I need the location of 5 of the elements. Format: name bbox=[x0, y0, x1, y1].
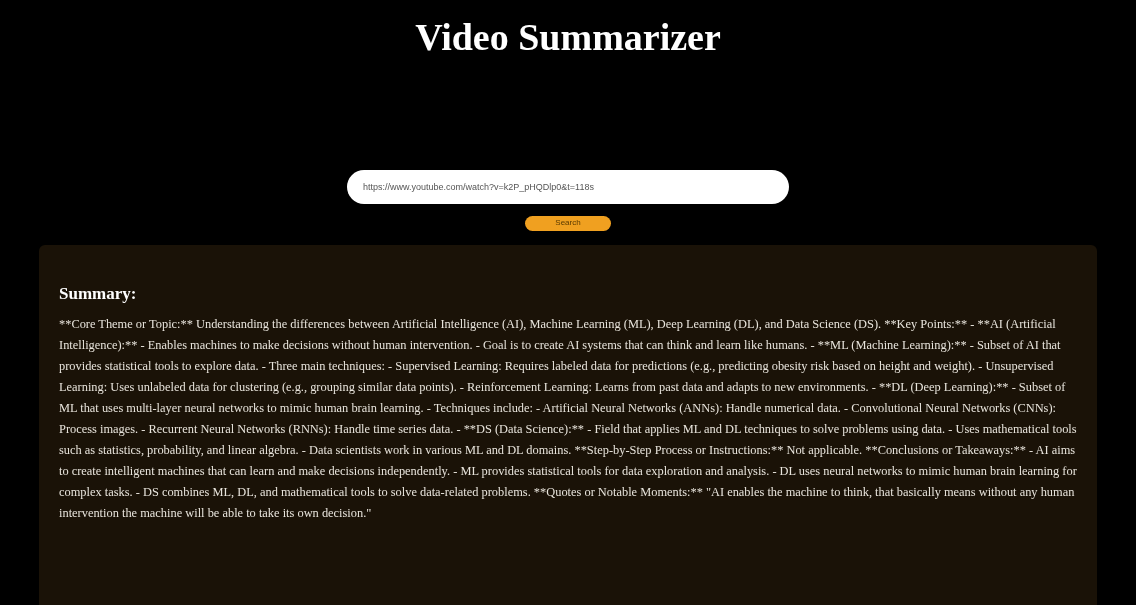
page-title: Video Summarizer bbox=[415, 15, 721, 60]
summary-text: **Core Theme or Topic:** Understanding the differences between Artificial Intelligence (AI), Machine Learning (ML), Deep Learning (DL), and Data Science (DS). **Key Points:** - **AI (Artificial Intelligence):** - Enables machines to make decisions without human intervention. - Goal is to create AI systems that can think and learn like humans. - **ML (Machine Learning):** - Subset of AI that provides statistical tools to explore data. - Three main techniques: - Supervised Learning: Requires labeled data for predictions (e.g., predicting obesity risk based on height and weight). - Unsupervised Learning: Uses unlabeled data for clustering (e.g., grouping similar data points). - Reinforcement Learning: Learns from past data and adapts to new environments. - **DL (Deep Learning):** - Subset of ML that uses multi-layer neural networks to mimic human brain learning. - Techniques include: - Artificial Neural Networks (ANNs): Handle numerical data. - Convolutional Neural Networks (CNNs): Process images. - Recurrent Neural Networks (RNNs): Handle time series data. - **DS (Data Science):** - Field that applies ML and DL techniques to solve problems using data. - Uses mathematical tools such as statistics, probability, and linear algebra. - Data scientists work in various ML and DL domains. **Step-by-Step Process or Instructions:** Not applicable. **Conclusions or Takeaways:** - AI aims to create intelligent machines that can learn and make decisions independently. - ML provides statistical tools for data exploration and analysis. - DL uses neural networks to mimic human brain learning for complex tasks. - DS combines ML, DL, and mathematical tools to solve data-related problems. **Quotes or Notable Moments:** "AI enables the machine to think, that basically means without any human intervention the machine will be able to take its own decision." bbox=[59, 316, 1077, 522]
url-field[interactable]: https://www.youtube.com/watch?v=k2P_pHQDlp0&t=118s bbox=[347, 169, 789, 204]
search-button[interactable]: Search bbox=[525, 215, 611, 231]
summary-heading: Summary: bbox=[59, 282, 138, 305]
